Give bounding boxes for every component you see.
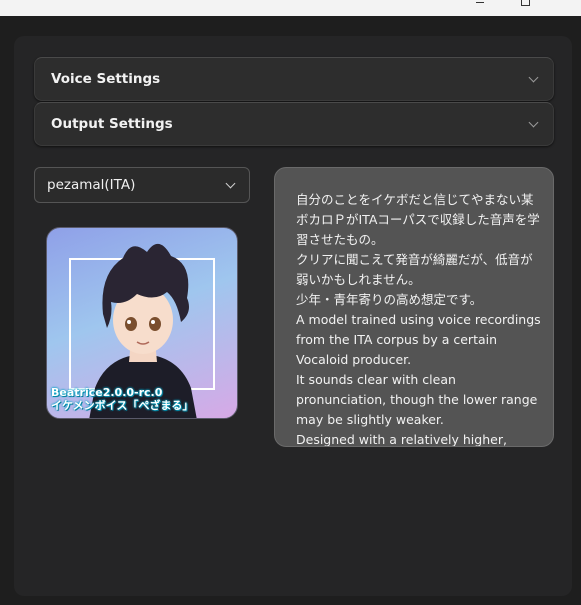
model-description-text: 自分のことをイケボだと信じてやまない某ボカロＰがITAコーパスで収録した音声を学… — [296, 190, 541, 447]
minimize-button[interactable] — [473, 0, 487, 8]
description-line: A model trained using voice recordings f… — [296, 312, 541, 367]
description-line: Designed with a relatively higher, — [296, 432, 507, 447]
output-settings-label: Output Settings — [51, 116, 173, 132]
description-line: It sounds clear with clean pronunciation… — [296, 372, 538, 427]
model-select[interactable]: pezamal(ITA) — [34, 167, 250, 203]
voice-settings-accordion[interactable]: Voice Settings — [34, 57, 554, 101]
description-line: 自分のことをイケボだと信じてやまない某ボカロＰがITAコーパスで収録した音声を学… — [296, 192, 540, 247]
output-settings-accordion[interactable]: Output Settings — [34, 102, 554, 146]
window-titlebar — [0, 0, 581, 16]
portrait-caption-line2: イケメンボイス「ぺざまる」 — [51, 399, 194, 412]
description-line: 少年・青年寄りの高め想定です。 — [296, 292, 483, 307]
model-select-value: pezamal(ITA) — [47, 177, 136, 193]
settings-panel: Voice Settings Output Settings pezamal(I… — [14, 36, 572, 596]
chevron-down-icon — [225, 178, 236, 188]
chevron-down-icon — [528, 72, 539, 82]
description-line: クリアに聞こえて発音が綺麗だが、低音が弱いかもしれません。 — [296, 252, 533, 287]
model-portrait-image: Beatrice2.0.0-rc.0 イケメンボイス「ぺざまる」 — [46, 227, 238, 419]
voice-settings-label: Voice Settings — [51, 71, 161, 87]
minimize-icon — [476, 2, 484, 3]
maximize-button[interactable] — [518, 0, 532, 8]
model-description[interactable]: 自分のことをイケボだと信じてやまない某ボカロＰがITAコーパスで収録した音声を学… — [274, 167, 554, 447]
maximize-icon — [520, 0, 530, 6]
portrait-caption: Beatrice2.0.0-rc.0 イケメンボイス「ぺざまる」 — [51, 386, 237, 412]
chevron-down-icon — [528, 117, 539, 127]
portrait-caption-line1: Beatrice2.0.0-rc.0 — [51, 386, 163, 399]
